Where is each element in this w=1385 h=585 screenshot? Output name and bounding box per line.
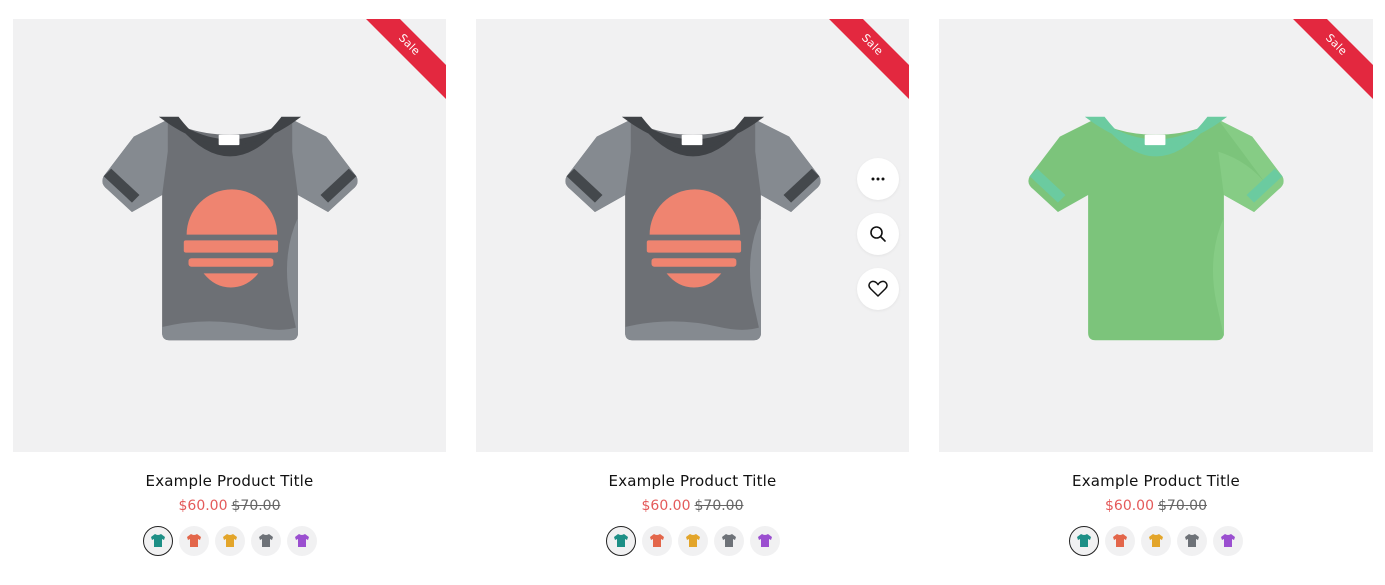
sale-badge: Sale: [347, 19, 446, 107]
gray-shirt-icon: [721, 534, 736, 547]
more-options-button[interactable]: [857, 158, 899, 200]
search-icon: [870, 226, 886, 242]
swatch-teal[interactable]: [605, 526, 636, 556]
sale-price: $60.00: [641, 498, 691, 514]
product-image[interactable]: Sale: [476, 19, 909, 452]
gray-shirt-icon: [1185, 534, 1199, 547]
product-title[interactable]: Example Product Title: [13, 472, 446, 490]
product-title[interactable]: Example Product Title: [476, 472, 909, 490]
swatch-purple[interactable]: [1213, 526, 1243, 556]
swatch-yellow[interactable]: [677, 526, 708, 556]
product-price: $60.00 $70.00: [13, 498, 446, 514]
purple-shirt-icon: [757, 534, 772, 547]
gray-tshirt-image: [98, 107, 362, 351]
sale-price: $60.00: [1105, 498, 1154, 514]
compare-price: $70.00: [231, 498, 281, 514]
color-swatches: [939, 526, 1373, 556]
wishlist-button[interactable]: [857, 268, 899, 310]
product-card[interactable]: Sale Example Product Title $60.00 $70.00: [13, 19, 446, 556]
swatch-purple[interactable]: [286, 526, 317, 556]
product-image[interactable]: Sale: [13, 19, 446, 452]
swatch-teal[interactable]: [1069, 526, 1099, 556]
sale-badge: Sale: [1274, 19, 1373, 107]
swatch-gray[interactable]: [1177, 526, 1207, 556]
yellow-shirt-icon: [685, 534, 700, 547]
swatch-teal[interactable]: [142, 526, 173, 556]
sale-price: $60.00: [178, 498, 228, 514]
purple-shirt-icon: [294, 534, 309, 547]
compare-price: $70.00: [694, 498, 744, 514]
product-card[interactable]: Sale Example Product Title $60.00 $70.00: [939, 19, 1373, 556]
product-image[interactable]: Sale: [939, 19, 1373, 452]
swatch-orange[interactable]: [178, 526, 209, 556]
product-card[interactable]: Sale Example Product Title $60.00 $70.00: [476, 19, 909, 556]
color-swatches: [476, 526, 909, 556]
orange-shirt-icon: [649, 534, 664, 547]
teal-shirt-icon: [1077, 534, 1091, 547]
swatch-gray[interactable]: [713, 526, 744, 556]
quick-actions: [857, 158, 899, 323]
gray-shirt-icon: [258, 534, 273, 547]
teal-shirt-icon: [613, 534, 628, 547]
more-options-icon: [871, 177, 885, 181]
sale-badge: Sale: [810, 19, 909, 107]
product-title[interactable]: Example Product Title: [939, 472, 1373, 490]
yellow-shirt-icon: [1149, 534, 1163, 547]
swatch-gray[interactable]: [250, 526, 281, 556]
swatch-orange[interactable]: [1105, 526, 1135, 556]
swatch-purple[interactable]: [749, 526, 780, 556]
product-price: $60.00 $70.00: [476, 498, 909, 514]
orange-shirt-icon: [1113, 534, 1127, 547]
purple-shirt-icon: [1221, 534, 1235, 547]
swatch-yellow[interactable]: [1141, 526, 1171, 556]
swatch-orange[interactable]: [641, 526, 672, 556]
product-price: $60.00 $70.00: [939, 498, 1373, 514]
quick-view-button[interactable]: [857, 213, 899, 255]
color-swatches: [13, 526, 446, 556]
yellow-shirt-icon: [222, 534, 237, 547]
compare-price: $70.00: [1158, 498, 1207, 514]
teal-shirt-icon: [150, 534, 165, 547]
heart-icon: [868, 280, 888, 297]
green-tshirt-image: [1024, 107, 1288, 351]
orange-shirt-icon: [186, 534, 201, 547]
gray-tshirt-image: [561, 107, 825, 351]
swatch-yellow[interactable]: [214, 526, 245, 556]
